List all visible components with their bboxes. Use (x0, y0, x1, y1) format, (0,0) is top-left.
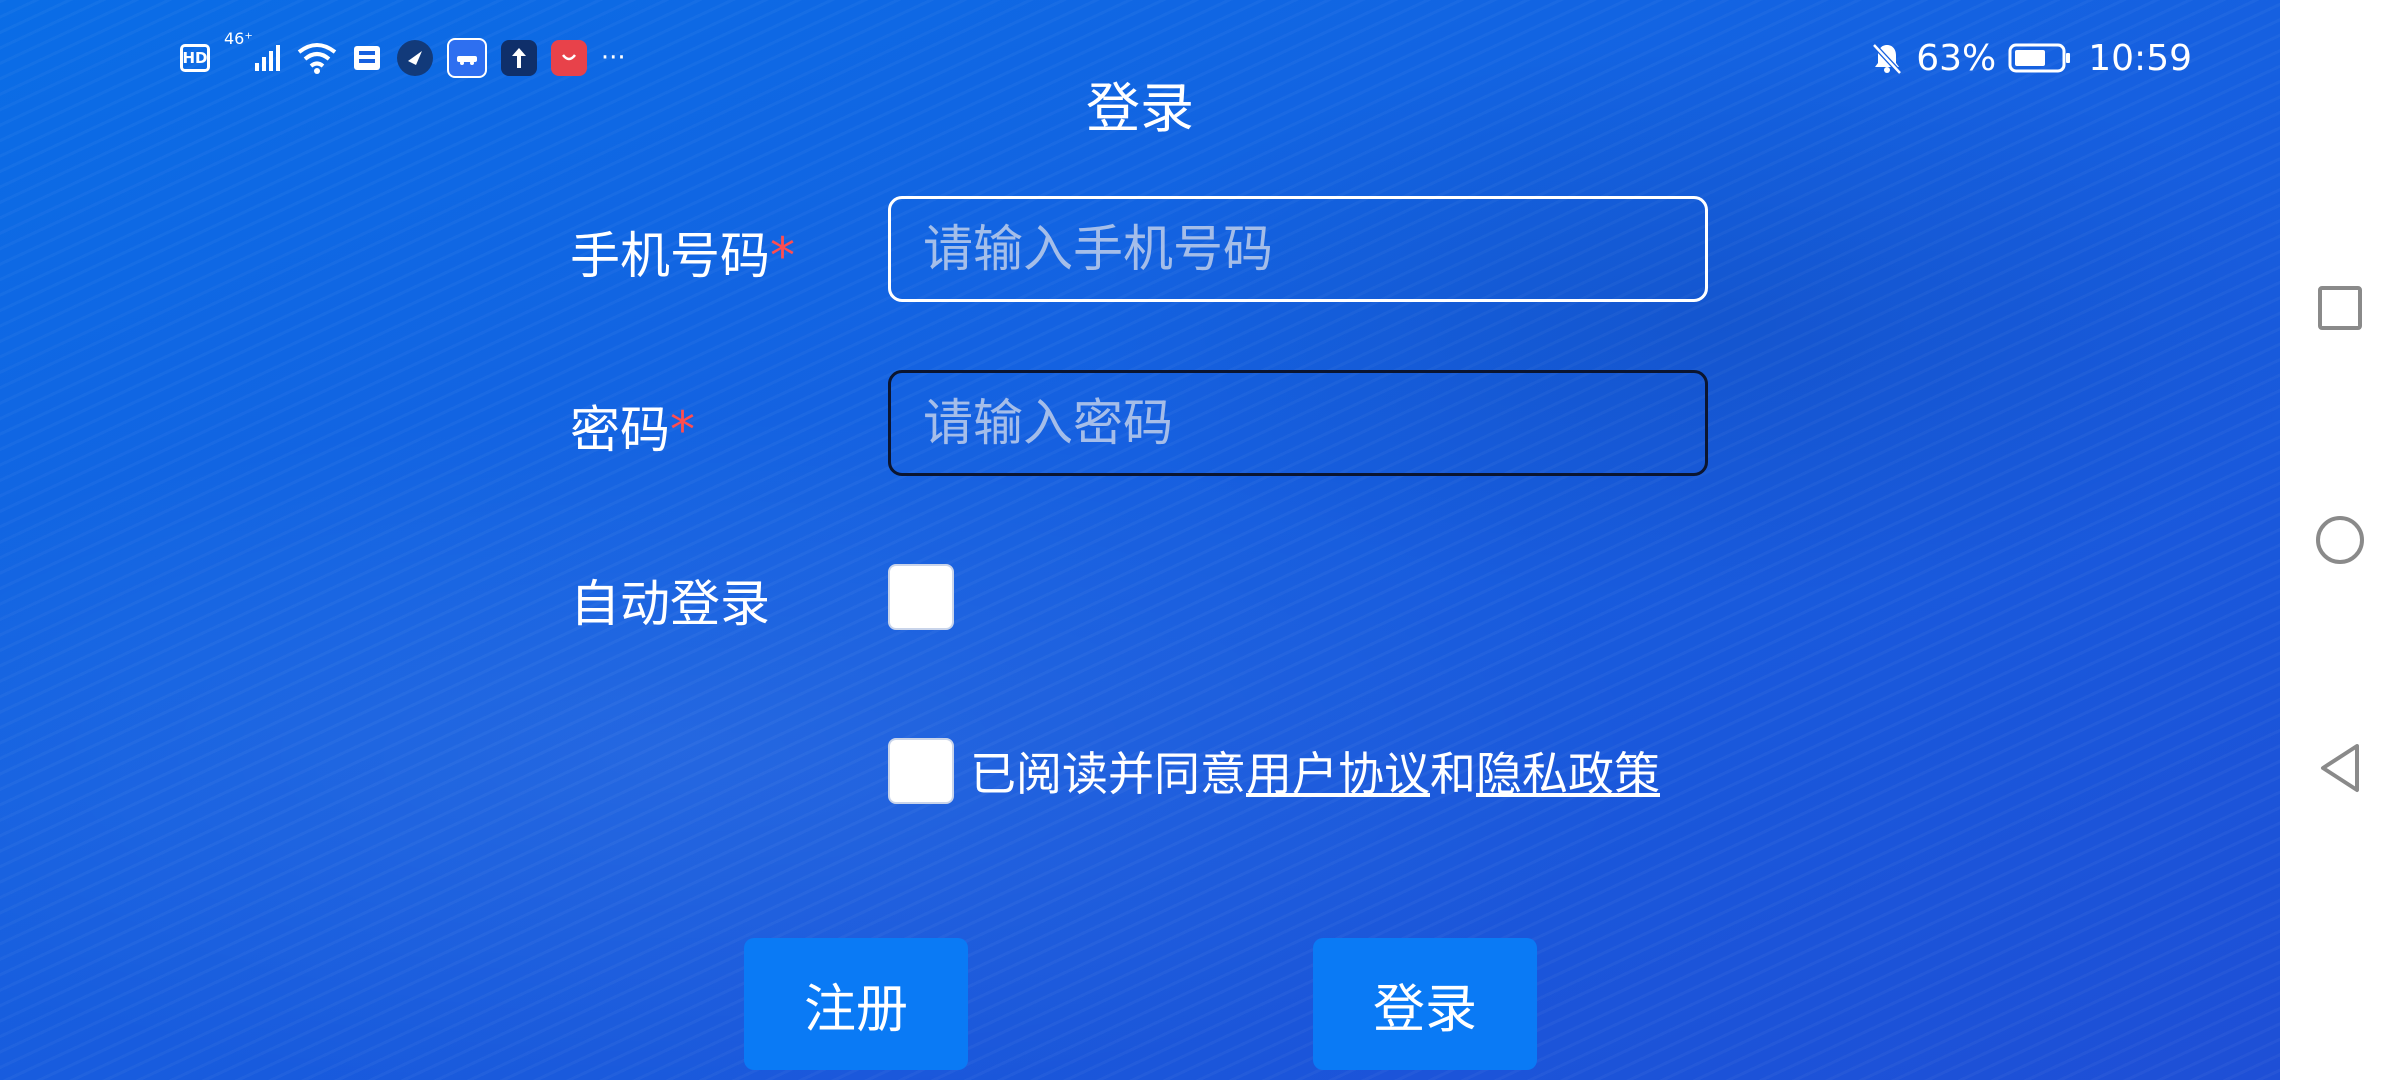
agree-and: 和 (1430, 747, 1476, 801)
password-input[interactable] (888, 370, 1708, 476)
page-title: 登录 (1086, 77, 1194, 140)
navigation-bar (2280, 0, 2400, 1080)
agree-prefix: 已阅读并同意 (970, 747, 1246, 801)
back-icon[interactable] (2280, 718, 2400, 818)
auto-login-checkbox[interactable] (888, 564, 954, 630)
phone-label-text: 手机号码 (570, 227, 770, 285)
agreement-text: 已阅读并同意用户协议和隐私政策 (970, 738, 1660, 804)
recent-apps-icon[interactable] (2280, 258, 2400, 358)
auto-login-label: 自动登录 (570, 575, 770, 633)
home-icon[interactable] (2280, 490, 2400, 590)
phone-input[interactable] (888, 196, 1708, 302)
agree-checkbox[interactable] (888, 738, 954, 804)
network-type-label: 46⁺ (224, 29, 253, 48)
phone-label: 手机号码* (570, 216, 795, 288)
register-button[interactable]: 注册 (744, 938, 968, 1070)
required-mark: * (670, 401, 695, 459)
password-label: 密码* (570, 390, 695, 462)
login-button[interactable]: 登录 (1313, 938, 1537, 1070)
user-agreement-link[interactable]: 用户协议 (1246, 747, 1430, 801)
password-label-text: 密码 (570, 401, 670, 459)
privacy-policy-link[interactable]: 隐私政策 (1476, 747, 1660, 801)
login-screen: HD 46⁺ ··· 63% 10:59 登录 手机号码* 请输入手机号码 密码… (0, 0, 2280, 1080)
required-mark: * (770, 227, 795, 285)
